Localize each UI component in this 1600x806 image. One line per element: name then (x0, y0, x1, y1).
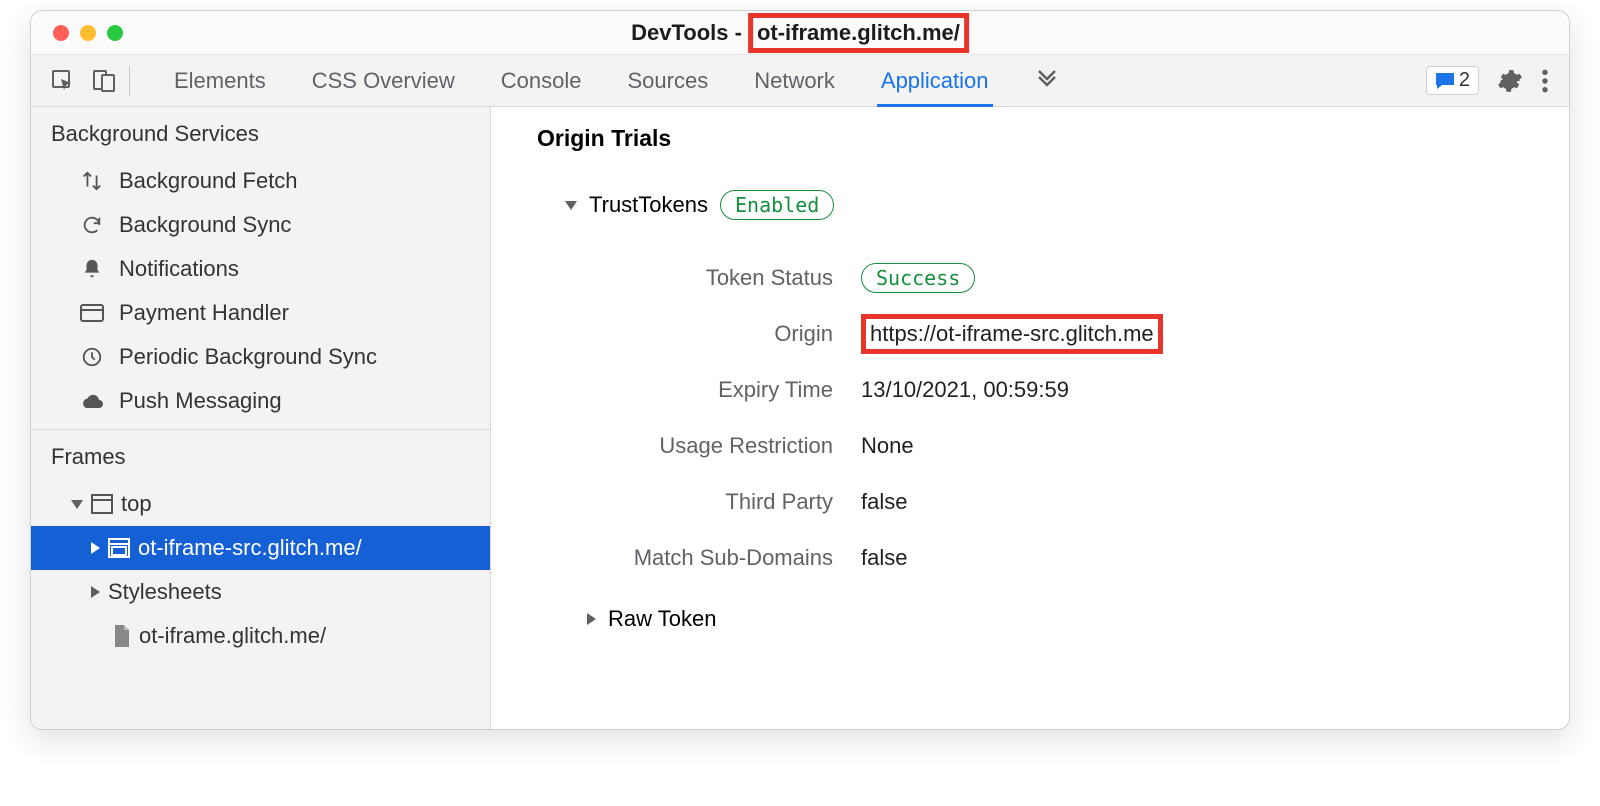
row-third-party: Third Party false (531, 474, 1529, 530)
success-badge: Success (861, 263, 975, 293)
clock-icon (79, 346, 105, 368)
detail-value: false (861, 489, 907, 515)
detail-label: Third Party (531, 489, 861, 515)
trial-row[interactable]: TrustTokens Enabled (565, 190, 1529, 220)
zoom-button[interactable] (107, 25, 123, 41)
sidebar-item-label: Push Messaging (119, 388, 282, 414)
frame-stylesheets[interactable]: Stylesheets (31, 570, 490, 614)
tab-css-overview[interactable]: CSS Overview (312, 55, 455, 106)
row-expiry: Expiry Time 13/10/2021, 00:59:59 (531, 362, 1529, 418)
trial-name: TrustTokens (589, 192, 708, 218)
arrows-updown-icon (79, 170, 105, 192)
toolbar-right: 2 (1426, 66, 1549, 95)
refresh-icon (79, 214, 105, 236)
row-match-subdomains: Match Sub-Domains false (531, 530, 1529, 586)
detail-value: false (861, 545, 907, 571)
raw-token-label: Raw Token (608, 606, 716, 632)
sidebar-item-push-messaging[interactable]: Push Messaging (31, 379, 490, 423)
tab-elements[interactable]: Elements (174, 55, 266, 106)
detail-label: Match Sub-Domains (531, 545, 861, 571)
file-icon (113, 625, 131, 647)
origin-trials-heading: Origin Trials (537, 125, 1529, 152)
toolbar: Elements CSS Overview Console Sources Ne… (31, 55, 1569, 107)
tool-icons (51, 66, 130, 96)
detail-value: 13/10/2021, 00:59:59 (861, 377, 1069, 403)
row-token-status: Token Status Success (531, 250, 1529, 306)
device-toggle-icon[interactable] (93, 69, 115, 93)
detail-label: Token Status (531, 265, 861, 291)
detail-label: Usage Restriction (531, 433, 861, 459)
window-icon (91, 494, 113, 514)
sidebar-item-label: Background Fetch (119, 168, 298, 194)
chevron-right-icon (91, 542, 100, 554)
kebab-menu-icon[interactable] (1541, 68, 1549, 94)
chevron-down-icon (71, 500, 83, 509)
sidebar-item-periodic-sync[interactable]: Periodic Background Sync (31, 335, 490, 379)
detail-value: None (861, 433, 914, 459)
frames-title: Frames (31, 430, 490, 482)
frame-label: ot-iframe.glitch.me/ (139, 623, 326, 649)
sidebar-item-label: Notifications (119, 256, 239, 282)
raw-token-row[interactable]: Raw Token (587, 606, 1529, 632)
sidebar-item-label: Payment Handler (119, 300, 289, 326)
sidebar-item-notifications[interactable]: Notifications (31, 247, 490, 291)
iframe-icon (108, 538, 130, 558)
row-usage-restriction: Usage Restriction None (531, 418, 1529, 474)
frame-selected[interactable]: ot-iframe-src.glitch.me/ (31, 526, 490, 570)
chevron-right-icon (587, 613, 596, 625)
inspect-icon[interactable] (51, 69, 75, 93)
main-panel: Origin Trials TrustTokens Enabled Token … (491, 107, 1569, 729)
row-origin: Origin https://ot-iframe-src.glitch.me (531, 306, 1529, 362)
sidebar: Background Services Background Fetch Bac… (31, 107, 491, 729)
chevron-down-icon (565, 201, 577, 210)
tabs-overflow[interactable] (1035, 55, 1059, 106)
gear-icon[interactable] (1497, 68, 1523, 94)
devtools-window: DevTools - ot-iframe.glitch.me/ Elements… (30, 10, 1570, 730)
tab-sources[interactable]: Sources (627, 55, 708, 106)
frame-file[interactable]: ot-iframe.glitch.me/ (31, 614, 490, 658)
detail-label: Expiry Time (531, 377, 861, 403)
enabled-badge: Enabled (720, 190, 834, 220)
cloud-icon (79, 392, 105, 410)
sidebar-item-background-fetch[interactable]: Background Fetch (31, 159, 490, 203)
frame-top[interactable]: top (31, 482, 490, 526)
sidebar-item-payment-handler[interactable]: Payment Handler (31, 291, 490, 335)
window-title: DevTools - ot-iframe.glitch.me/ (631, 13, 969, 53)
frame-label: Stylesheets (108, 579, 222, 605)
title-prefix: DevTools - (631, 20, 742, 46)
frame-label: ot-iframe-src.glitch.me/ (138, 535, 362, 561)
issues-count: 2 (1459, 69, 1470, 92)
sidebar-item-label: Background Sync (119, 212, 291, 238)
sidebar-item-label: Periodic Background Sync (119, 344, 377, 370)
tab-console[interactable]: Console (501, 55, 582, 106)
chevron-right-icon (91, 586, 100, 598)
traffic-lights (53, 25, 123, 41)
title-highlight: ot-iframe.glitch.me/ (748, 13, 969, 53)
bell-icon (79, 258, 105, 280)
minimize-button[interactable] (80, 25, 96, 41)
issues-badge[interactable]: 2 (1426, 66, 1479, 95)
tab-application[interactable]: Application (881, 55, 989, 106)
frame-label: top (121, 491, 152, 517)
card-icon (79, 303, 105, 323)
sidebar-item-background-sync[interactable]: Background Sync (31, 203, 490, 247)
tab-network[interactable]: Network (754, 55, 835, 106)
body: Background Services Background Fetch Bac… (31, 107, 1569, 729)
titlebar: DevTools - ot-iframe.glitch.me/ (31, 11, 1569, 55)
origin-value: https://ot-iframe-src.glitch.me (861, 314, 1163, 354)
panel-tabs: Elements CSS Overview Console Sources Ne… (174, 55, 1414, 106)
close-button[interactable] (53, 25, 69, 41)
detail-label: Origin (531, 321, 861, 347)
bg-services-title: Background Services (31, 107, 490, 159)
